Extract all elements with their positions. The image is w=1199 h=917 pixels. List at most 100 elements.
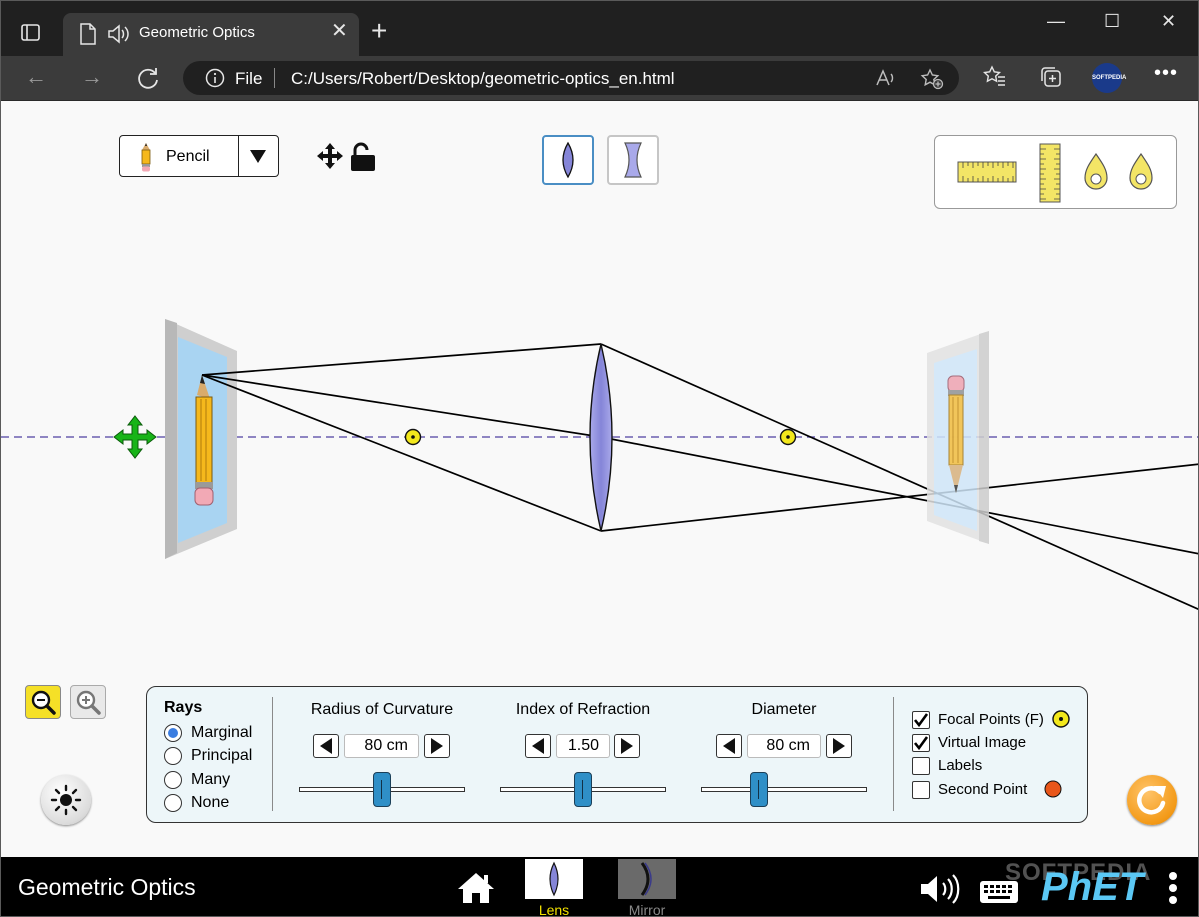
move-handle-icon[interactable] — [113, 415, 157, 459]
zoom-in-icon — [76, 690, 101, 715]
add-favorite-icon[interactable] — [920, 68, 944, 90]
radius-decrement-button[interactable] — [313, 734, 339, 758]
horizontal-ruler-icon[interactable] — [957, 161, 1017, 183]
panel-divider — [893, 697, 894, 811]
rays-none-label[interactable]: None — [191, 794, 229, 812]
collections-icon[interactable] — [1039, 65, 1063, 89]
projector-mode-button[interactable] — [41, 775, 91, 825]
favorites-icon[interactable] — [983, 65, 1007, 87]
mirror-screen-thumbnail — [618, 859, 676, 899]
rays-principal-radio[interactable] — [164, 747, 182, 765]
second-point-checkbox[interactable] — [912, 781, 930, 799]
profile-avatar[interactable]: SOFTPEDIA — [1092, 63, 1126, 93]
back-icon[interactable]: ← — [25, 64, 47, 90]
url-text[interactable]: C:/Users/Robert/Desktop/geometric-optics… — [291, 69, 675, 89]
lens-control-panel: Rays Marginal Principal Many None Radius… — [146, 686, 1088, 823]
focal-points-label[interactable]: Focal Points (F) — [938, 711, 1044, 728]
diameter-control: Diameter 80 cm — [701, 687, 867, 822]
convex-lens[interactable] — [589, 343, 613, 532]
dropdown-arrow-icon[interactable] — [248, 146, 268, 166]
object-type-combobox[interactable]: Pencil — [119, 135, 279, 177]
right-arrow-icon — [621, 738, 633, 754]
virtual-image-label[interactable]: Virtual Image — [938, 734, 1026, 751]
convex-lens-icon — [562, 141, 574, 179]
more-options-icon[interactable]: ••• — [1154, 62, 1178, 85]
move-lock-icon[interactable] — [317, 141, 379, 173]
position-marker-1-icon[interactable] — [1083, 152, 1109, 192]
read-aloud-icon[interactable] — [875, 68, 897, 88]
radius-value: 80 cm — [344, 734, 419, 758]
reset-all-button[interactable] — [1127, 775, 1177, 825]
tab-actions-icon[interactable] — [17, 19, 45, 47]
browser-window: Geometric Optics ✕ + — ☐ ✕ ← → File C:/U… — [0, 0, 1199, 917]
index-increment-button[interactable] — [614, 734, 640, 758]
combobox-divider — [238, 136, 239, 176]
rays-none-radio[interactable] — [164, 794, 182, 812]
object-type-label: Pencil — [166, 148, 210, 165]
rays-marginal-radio[interactable] — [164, 724, 182, 742]
panel-divider — [272, 697, 273, 811]
index-decrement-button[interactable] — [525, 734, 551, 758]
convex-lens-button[interactable] — [542, 135, 594, 185]
refresh-icon[interactable] — [135, 65, 161, 91]
diameter-slider-track[interactable] — [701, 787, 867, 792]
zoom-out-button[interactable] — [25, 685, 61, 719]
url-divider — [274, 68, 275, 88]
minimize-icon[interactable]: — — [1047, 11, 1065, 32]
focal-points-checkbox[interactable] — [912, 711, 930, 729]
virtual-image-checkbox[interactable] — [912, 734, 930, 752]
info-icon[interactable] — [205, 68, 225, 88]
navigation-bar: Geometric Optics Lens Mirror SOFTPEDIA P… — [1, 857, 1198, 917]
maximize-icon[interactable]: ☐ — [1104, 11, 1120, 32]
zoom-out-icon — [31, 690, 56, 715]
address-bar-row: ← → File C:/Users/Robert/Desktop/geometr… — [1, 56, 1198, 101]
close-window-icon[interactable]: ✕ — [1161, 11, 1176, 32]
radius-slider-thumb[interactable] — [373, 772, 391, 807]
index-slider-thumb[interactable] — [574, 772, 592, 807]
tab-audio-icon[interactable] — [107, 23, 131, 45]
zoom-in-button[interactable] — [70, 685, 106, 719]
phet-logo: PhET — [1041, 865, 1144, 909]
screen-button-mirror[interactable]: Mirror — [618, 859, 676, 917]
vertical-ruler-icon[interactable] — [1039, 143, 1061, 203]
position-marker-2-icon[interactable] — [1128, 152, 1154, 192]
home-icon[interactable] — [456, 871, 496, 905]
diameter-value: 80 cm — [747, 734, 821, 758]
tab-bar: Geometric Optics ✕ + — ☐ ✕ — [1, 1, 1198, 56]
new-tab-icon[interactable]: + — [371, 17, 387, 45]
radius-of-curvature-control: Radius of Curvature 80 cm — [299, 687, 465, 822]
mirror-screen-label: Mirror — [628, 902, 666, 917]
concave-lens-button[interactable] — [607, 135, 659, 185]
left-arrow-icon — [532, 738, 544, 754]
forward-icon[interactable]: → — [81, 64, 103, 90]
labels-checkbox[interactable] — [912, 757, 930, 775]
rays-many-label[interactable]: Many — [191, 771, 230, 789]
labels-label[interactable]: Labels — [938, 757, 982, 774]
convex-lens-icon — [549, 861, 559, 897]
close-tab-icon[interactable]: ✕ — [331, 21, 348, 41]
tab-title: Geometric Optics — [139, 24, 255, 41]
right-arrow-icon — [431, 738, 443, 754]
sound-icon[interactable] — [918, 873, 960, 905]
second-point-label[interactable]: Second Point — [938, 781, 1027, 798]
url-bar[interactable]: File C:/Users/Robert/Desktop/geometric-o… — [183, 61, 959, 95]
left-arrow-icon — [320, 738, 332, 754]
second-point-icon — [1044, 780, 1062, 798]
screen-button-lens[interactable]: Lens — [525, 859, 583, 916]
diameter-decrement-button[interactable] — [716, 734, 742, 758]
index-of-refraction-label: Index of Refraction — [515, 701, 651, 718]
browser-tab[interactable]: Geometric Optics ✕ — [63, 13, 359, 56]
rays-heading: Rays — [164, 699, 203, 716]
simulation-area: Pencil Rays Marginal Principal Many None… — [1, 101, 1198, 857]
radius-increment-button[interactable] — [424, 734, 450, 758]
diameter-increment-button[interactable] — [826, 734, 852, 758]
diameter-slider-thumb[interactable] — [750, 772, 768, 807]
rays-marginal-label[interactable]: Marginal — [191, 724, 252, 742]
focal-point-icon — [1052, 710, 1070, 728]
left-arrow-icon — [723, 738, 735, 754]
url-scheme-label: File — [235, 69, 263, 88]
rays-principal-label[interactable]: Principal — [191, 747, 252, 765]
phet-menu-icon[interactable] — [1167, 871, 1179, 905]
pencil-icon — [141, 143, 151, 172]
rays-many-radio[interactable] — [164, 771, 182, 789]
